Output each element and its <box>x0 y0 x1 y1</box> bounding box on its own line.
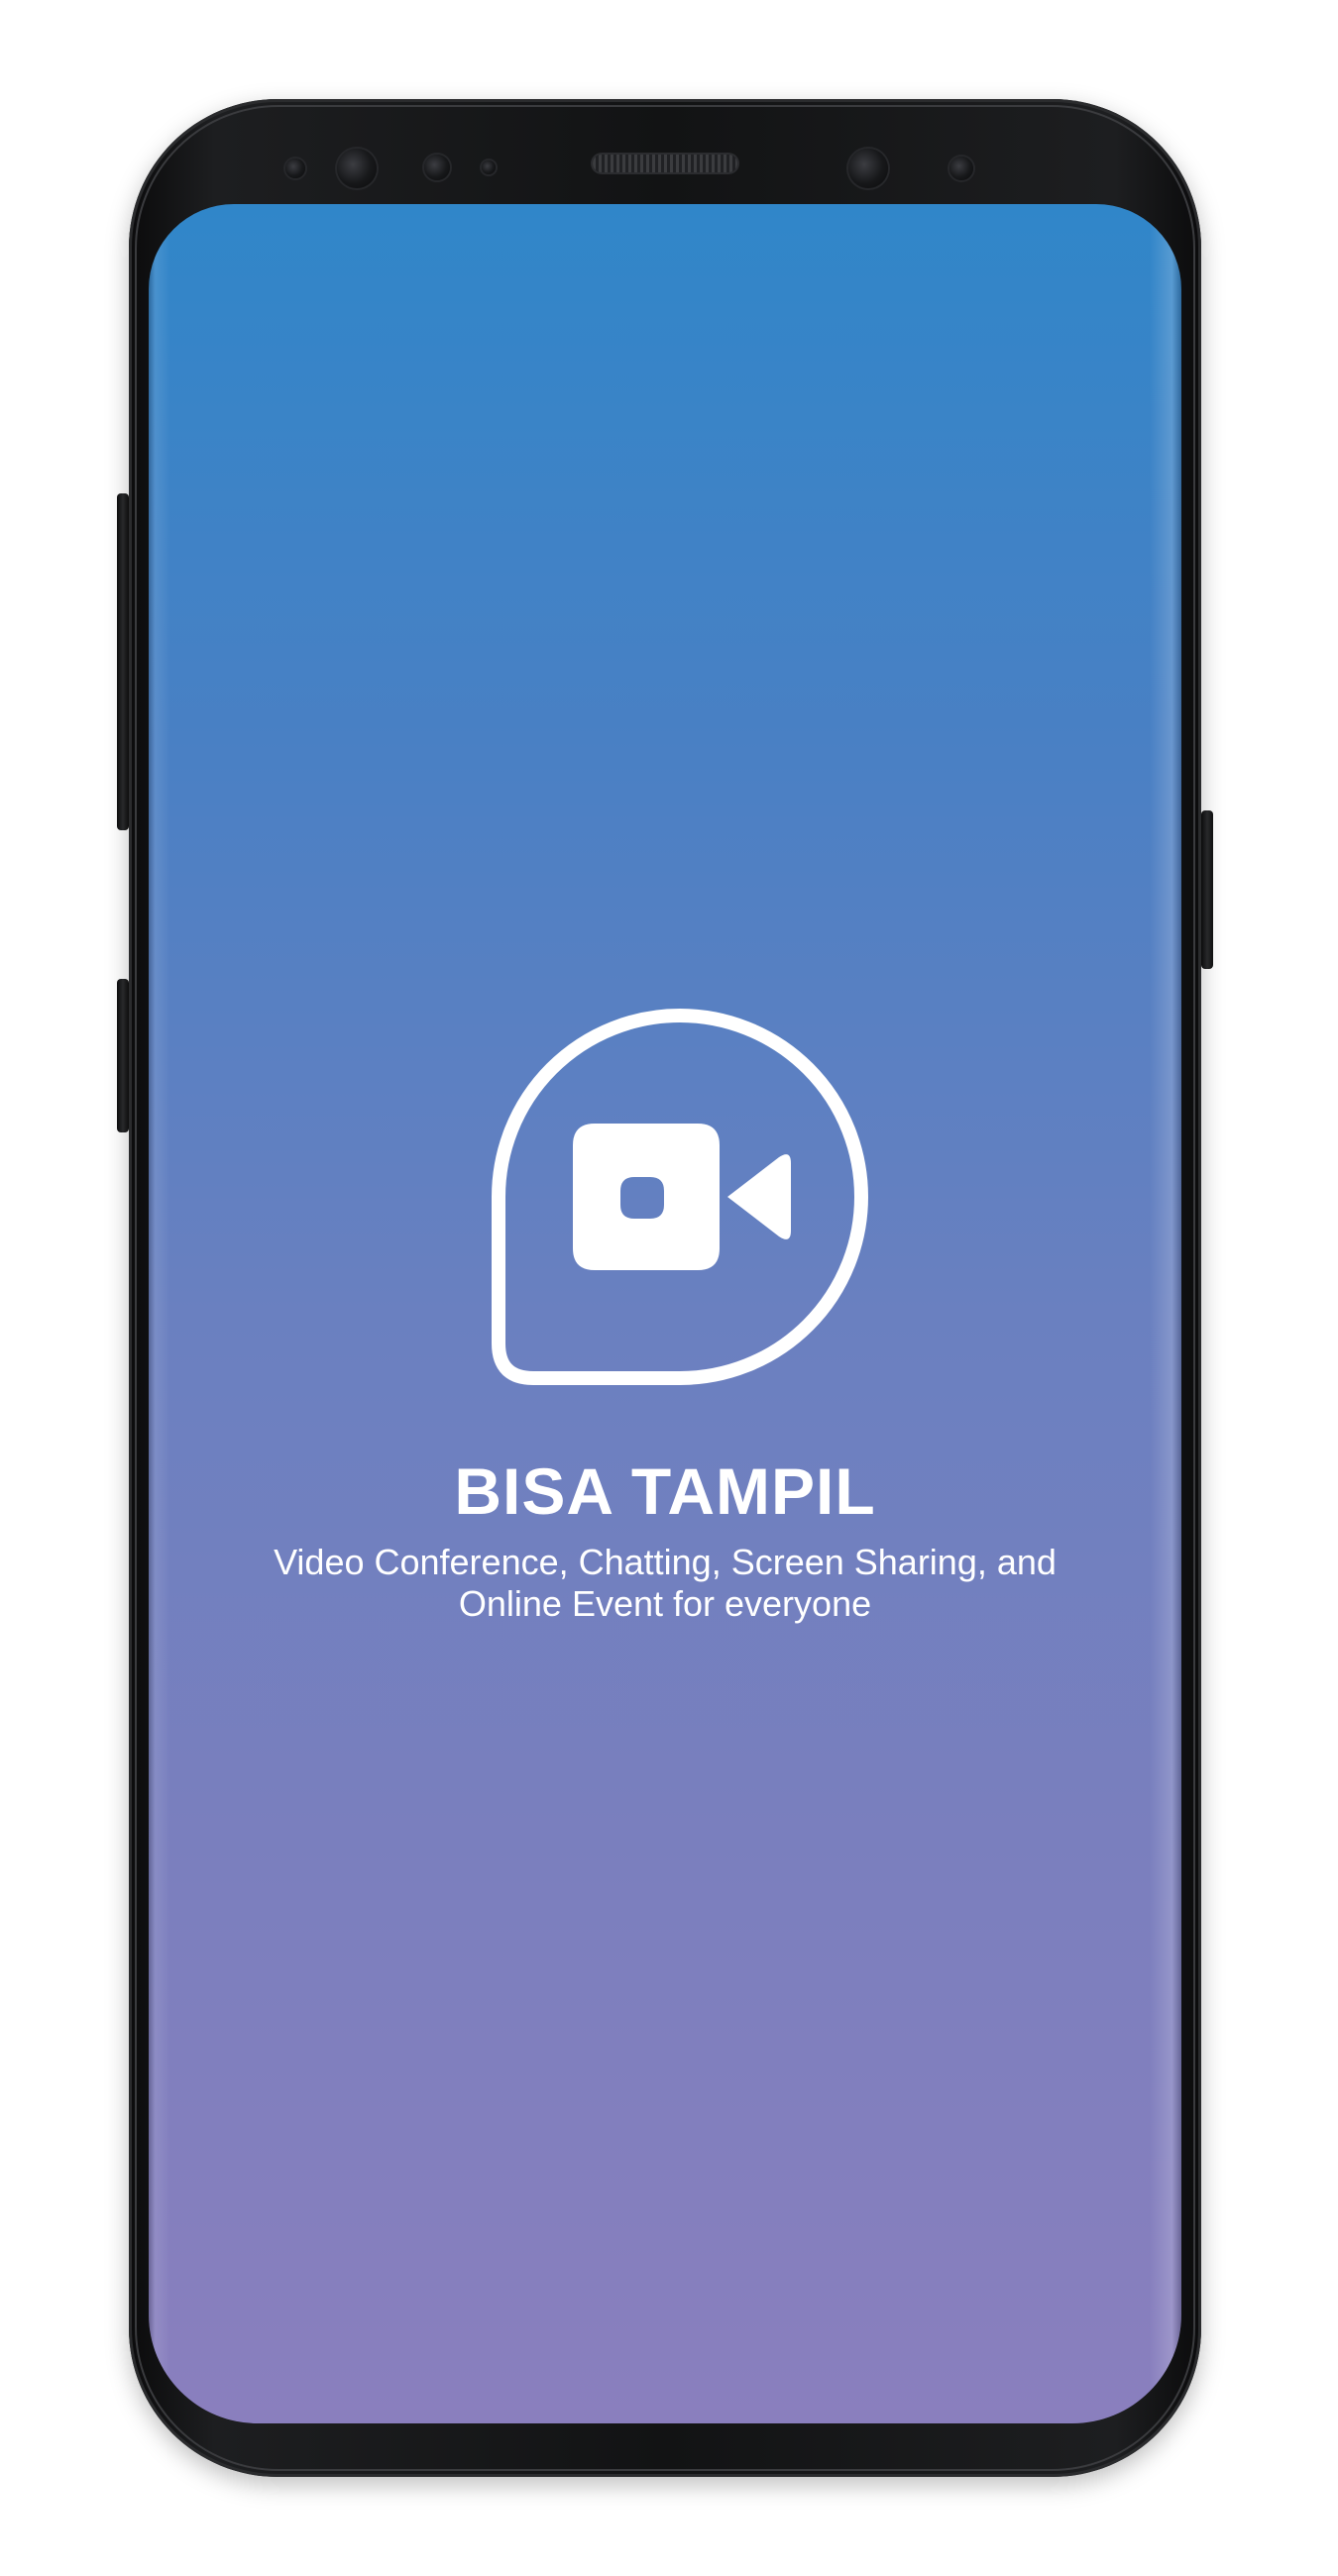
volume-down-button[interactable] <box>117 979 129 1132</box>
app-tagline: Video Conference, Chatting, Screen Shari… <box>274 1542 1057 1624</box>
app-splash-screen: BISA TAMPIL Video Conference, Chatting, … <box>149 204 1181 2423</box>
light-sensor-icon <box>424 155 450 180</box>
app-title: BISA TAMPIL <box>454 1454 876 1528</box>
earpiece-speaker <box>593 155 737 172</box>
iris-scanner-icon <box>949 157 973 180</box>
proximity-sensor-icon <box>285 159 305 178</box>
screen-edge-curve-right <box>1150 204 1181 2423</box>
power-button[interactable] <box>1201 810 1213 969</box>
video-chat-logo-icon <box>492 1009 868 1385</box>
led-indicator-icon <box>482 161 496 174</box>
volume-up-button[interactable] <box>117 493 129 830</box>
iris-camera-icon <box>337 149 377 188</box>
screen-edge-curve-left <box>149 204 170 2423</box>
front-camera-icon <box>848 149 888 188</box>
